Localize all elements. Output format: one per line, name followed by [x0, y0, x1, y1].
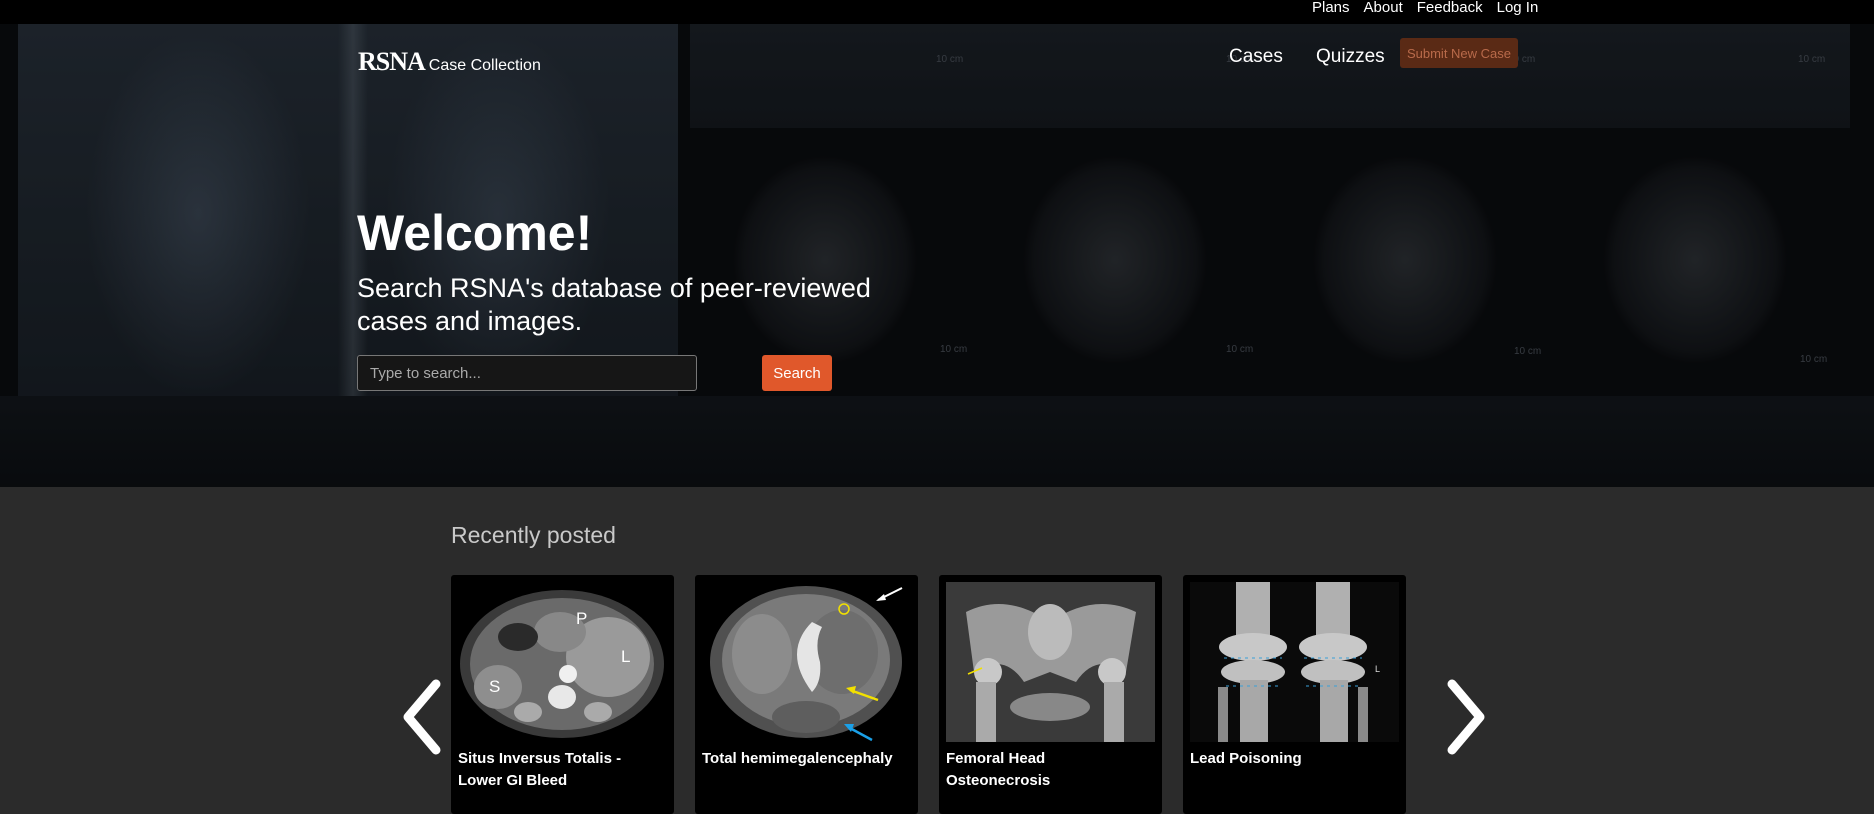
image-label: P — [576, 609, 587, 628]
image-label: S — [489, 677, 500, 696]
case-thumbnail: P L S — [458, 582, 667, 742]
site-logo[interactable]: RSNA Case Collection — [358, 47, 541, 77]
search-input[interactable] — [357, 355, 697, 391]
login-link[interactable]: Log In — [1497, 0, 1539, 16]
ct-abdomen-image: P L S — [458, 582, 667, 742]
feedback-link[interactable]: Feedback — [1417, 0, 1483, 16]
knee-xray-image: L — [1190, 582, 1399, 742]
plans-link[interactable]: Plans — [1312, 0, 1350, 16]
chevron-right-icon[interactable] — [1432, 672, 1492, 762]
hero-banner: 10 cm 10 cm 10 cm 10 cm 10 cm 10 cm 10 c… — [0, 24, 1874, 487]
submit-new-case-button[interactable]: Submit New Case — [1400, 38, 1518, 68]
case-card[interactable]: P L S Situs Inversus Totalis - Lower GI … — [451, 575, 674, 814]
nav-quizzes[interactable]: Quizzes — [1316, 46, 1385, 68]
case-thumbnail — [946, 582, 1155, 742]
pelvis-xray-image — [946, 582, 1155, 742]
case-card[interactable]: Total hemimegalencephaly — [695, 575, 918, 814]
about-link[interactable]: About — [1364, 0, 1403, 16]
image-label: L — [1375, 664, 1380, 674]
top-utility-bar: Plans About Feedback Log In — [0, 0, 1874, 24]
case-thumbnail — [702, 582, 911, 742]
case-card[interactable]: Femoral Head Osteonecrosis — [939, 575, 1162, 814]
case-thumbnail: L — [1190, 582, 1399, 742]
case-title: Lead Poisoning — [1190, 750, 1302, 767]
hero-subtitle: Search RSNA's database of peer-reviewed … — [357, 273, 871, 336]
case-title: Femoral Head Osteonecrosis — [946, 750, 1051, 789]
logo-mark: RSNA — [358, 47, 426, 76]
utility-links: Plans About Feedback Log In — [1312, 0, 1552, 16]
case-title: Total hemimegalencephaly — [702, 750, 893, 767]
page-title: Welcome! — [357, 205, 593, 261]
chevron-left-icon[interactable] — [396, 672, 456, 762]
mri-brain-image — [702, 582, 911, 742]
nav-cases[interactable]: Cases — [1229, 46, 1283, 68]
recently-posted-heading: Recently posted — [451, 522, 616, 548]
image-label: L — [621, 647, 630, 666]
case-title: Situs Inversus Totalis - Lower GI Bleed — [458, 750, 622, 789]
logo-text: Case Collection — [428, 57, 541, 74]
case-card[interactable]: L Lead Poisoning — [1183, 575, 1406, 814]
search-button[interactable]: Search — [762, 355, 832, 391]
